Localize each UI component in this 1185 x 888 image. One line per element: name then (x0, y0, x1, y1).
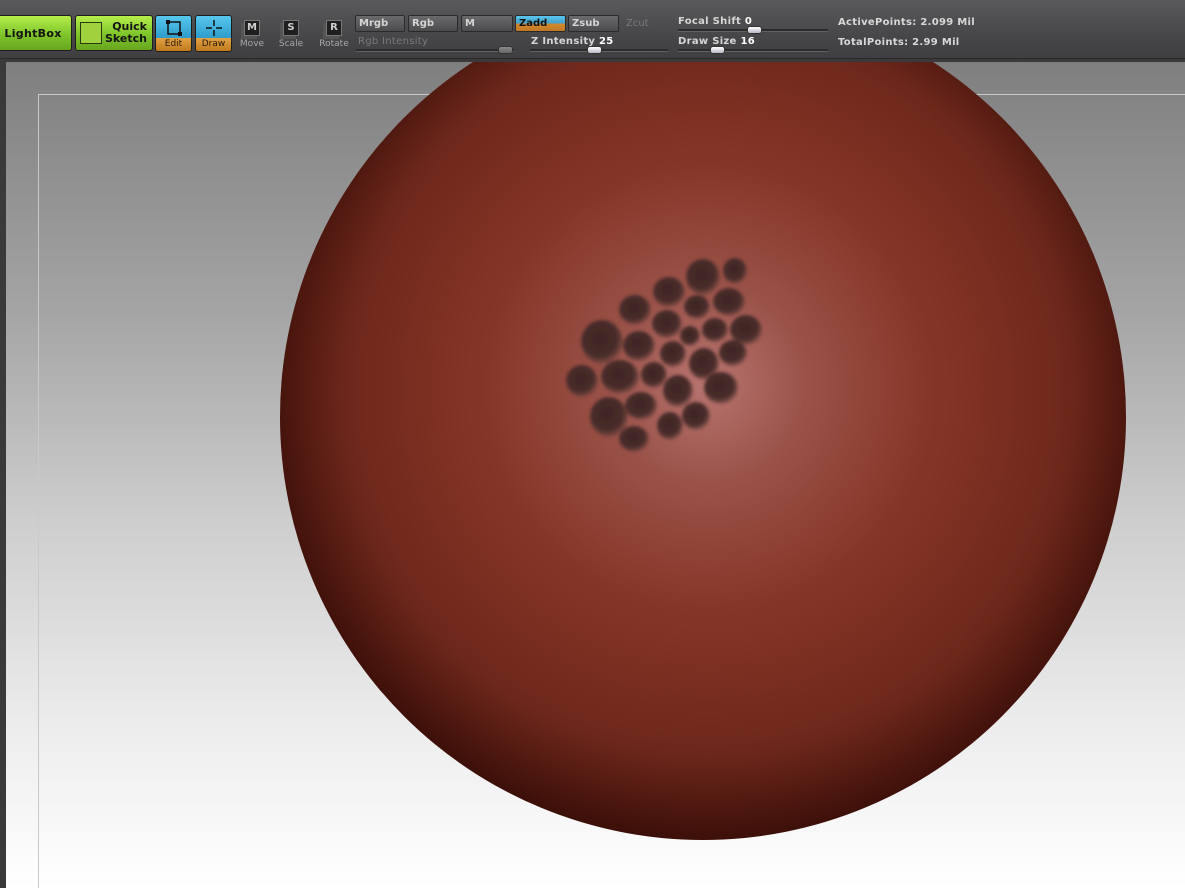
quick-sketch-label-line2: Sketch (104, 32, 147, 45)
sketch-icon (80, 22, 102, 44)
draw-button[interactable]: Draw (195, 15, 232, 52)
top-toolbar: LightBox Quick Sketch Edit Draw M Move S… (0, 0, 1185, 59)
sculpt-spot (702, 318, 728, 342)
rgb-intensity-label: Rgb Intensity (358, 36, 429, 47)
rgb-button[interactable]: Rgb (408, 15, 458, 32)
edit-transform-icon (166, 20, 182, 36)
lightbox-label: LightBox (4, 26, 62, 40)
edit-label: Edit (156, 38, 191, 51)
edit-button[interactable]: Edit (155, 15, 192, 52)
sculpt-spot (619, 295, 651, 325)
quick-sketch-button[interactable]: Quick Sketch (75, 15, 153, 51)
m-button[interactable]: M (461, 15, 513, 32)
move-icon: M (244, 20, 260, 36)
draw-size-value: 16 (740, 36, 755, 47)
sculpt-spot (663, 375, 693, 407)
draw-size-slider[interactable] (678, 49, 828, 52)
z-intensity-knob[interactable] (587, 46, 602, 54)
sculpt-spot (680, 326, 700, 346)
rotate-button[interactable]: R Rotate (315, 18, 353, 52)
sculpt-spot (566, 365, 598, 397)
sculpt-spot (686, 259, 720, 295)
sculpt-spot (623, 331, 655, 361)
rotate-label: Rotate (319, 39, 349, 49)
z-intensity-label: Z Intensity 25 (531, 36, 614, 47)
scale-label: Scale (278, 39, 304, 49)
z-intensity-text: Z Intensity (531, 36, 596, 47)
zadd-button[interactable]: Zadd (515, 15, 566, 32)
sculpt-spot (625, 392, 657, 420)
sculpt-spot (660, 341, 686, 367)
zcut-button[interactable]: Zcut (622, 15, 668, 32)
rgb-intensity-slider[interactable] (356, 49, 514, 52)
sculpt-spot (684, 295, 710, 319)
move-label: Move (239, 39, 265, 49)
sculpt-spot (704, 372, 738, 404)
move-button[interactable]: M Move (233, 18, 271, 52)
draw-size-text: Draw Size (678, 36, 737, 47)
quick-sketch-label: Quick Sketch (105, 21, 147, 45)
sculpt-spot (723, 258, 747, 284)
focal-shift-label: Focal Shift 0 (678, 16, 752, 27)
scale-button[interactable]: S Scale (272, 18, 310, 52)
sculpt-sphere[interactable] (6, 62, 1185, 888)
total-points: TotalPoints: 2.99 Mil (838, 37, 960, 48)
focal-shift-text: Focal Shift (678, 16, 742, 27)
sculpt-spot (601, 360, 639, 394)
mrgb-button[interactable]: Mrgb (355, 15, 405, 32)
document-canvas[interactable] (6, 62, 1185, 888)
zsub-button[interactable]: Zsub (568, 15, 619, 32)
sphere-body (280, 62, 1126, 840)
lightbox-button[interactable]: LightBox (0, 15, 72, 51)
sculpt-spot (581, 320, 623, 364)
rgb-intensity-knob[interactable] (498, 46, 513, 54)
sculpt-spot (713, 288, 745, 316)
focal-shift-knob[interactable] (747, 26, 762, 34)
sculpt-spot (653, 277, 685, 307)
rotate-icon: R (326, 20, 342, 36)
sculpt-spot (657, 412, 683, 440)
sculpt-spot (641, 362, 667, 388)
z-intensity-value: 25 (599, 36, 614, 47)
draw-label: Draw (196, 38, 231, 51)
sculpt-spot (652, 310, 682, 338)
scale-icon: S (283, 20, 299, 36)
sculpt-spot (719, 340, 747, 366)
sculpt-spot (619, 426, 649, 452)
draw-size-knob[interactable] (710, 46, 725, 54)
sculpt-spot (682, 402, 710, 430)
active-points: ActivePoints: 2.099 Mil (838, 17, 975, 28)
draw-crosshair-icon (206, 20, 222, 36)
